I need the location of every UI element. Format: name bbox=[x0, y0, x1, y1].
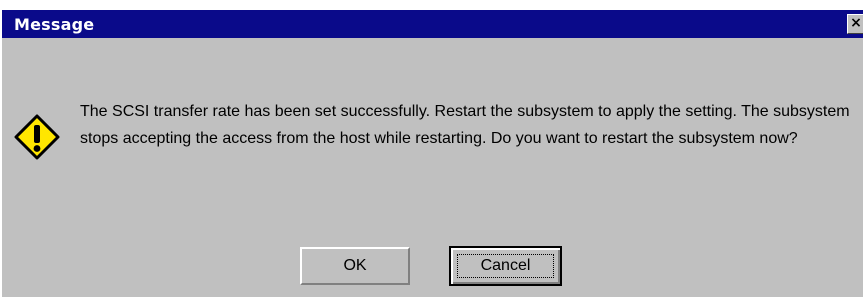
cancel-button-label: Cancel bbox=[480, 257, 531, 274]
warning-icon bbox=[14, 114, 60, 160]
close-icon: × bbox=[850, 15, 862, 31]
ok-button[interactable]: OK bbox=[300, 247, 410, 285]
message-text: The SCSI transfer rate has been set succ… bbox=[80, 103, 850, 147]
window-title: Message bbox=[14, 15, 95, 34]
cancel-button[interactable]: Cancel bbox=[449, 246, 562, 286]
title-bar[interactable]: Message × bbox=[2, 2, 863, 38]
message-dialog: Message × The SCSI transfer rate has bee… bbox=[0, 0, 863, 297]
close-button[interactable]: × bbox=[847, 14, 863, 34]
ok-button-label: OK bbox=[343, 257, 367, 274]
